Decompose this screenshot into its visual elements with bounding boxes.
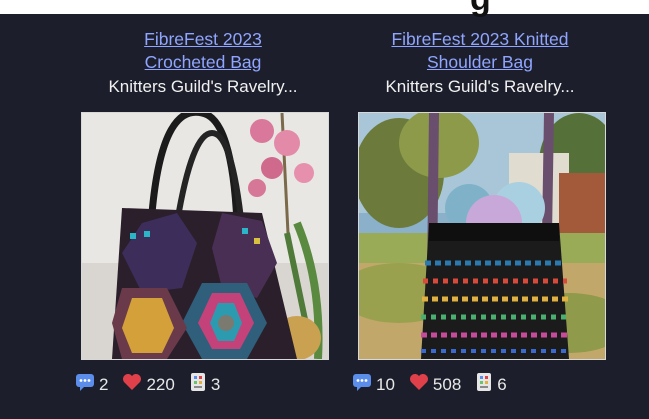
- comments-stat[interactable]: 2: [75, 373, 108, 396]
- title-line-1: FibreFest 2023 Knitted: [391, 29, 569, 49]
- queue-card-icon: [475, 372, 497, 397]
- comments-stat[interactable]: 10: [352, 373, 395, 396]
- cropped-heading-fragment: g: [470, 0, 491, 19]
- project-stats: 10 508 6: [352, 372, 521, 397]
- heart-icon: [122, 373, 146, 396]
- project-title-link[interactable]: FibreFest 2023 Crocheted Bag: [78, 28, 328, 74]
- queued-stat[interactable]: 6: [475, 372, 507, 397]
- project-card: FibreFest 2023 Knitted Shoulder Bag Knit…: [340, 28, 620, 394]
- queued-count: 6: [497, 374, 507, 394]
- project-title-link[interactable]: FibreFest 2023 Knitted Shoulder Bag: [355, 28, 605, 74]
- comments-count: 10: [376, 374, 395, 394]
- comment-bubble-icon: [352, 373, 376, 396]
- project-owner[interactable]: Knitters Guild's Ravelry...: [78, 76, 328, 98]
- project-photo[interactable]: [81, 112, 329, 360]
- comment-bubble-icon: [75, 373, 99, 396]
- queue-card-icon: [189, 372, 211, 397]
- favorites-count: 508: [432, 374, 462, 394]
- comments-count: 2: [99, 374, 109, 394]
- title-line-2: Shoulder Bag: [426, 52, 534, 72]
- project-owner[interactable]: Knitters Guild's Ravelry...: [355, 76, 605, 98]
- favorites-stat[interactable]: 508: [409, 373, 461, 396]
- favorites-count: 220: [146, 374, 175, 394]
- queued-count: 3: [210, 374, 221, 394]
- queued-stat[interactable]: 3: [189, 372, 220, 397]
- title-line-1: FibreFest 2023: [144, 29, 262, 49]
- favorites-stat[interactable]: 220: [122, 373, 175, 396]
- project-stats: 2 220 3: [75, 372, 234, 397]
- cropped-header-strip: g: [0, 0, 649, 18]
- project-card: FibreFest 2023 Crocheted Bag Knitters Gu…: [63, 28, 343, 394]
- title-line-2: Crocheted Bag: [144, 52, 262, 72]
- project-photo[interactable]: [358, 112, 606, 360]
- heart-icon: [409, 373, 433, 396]
